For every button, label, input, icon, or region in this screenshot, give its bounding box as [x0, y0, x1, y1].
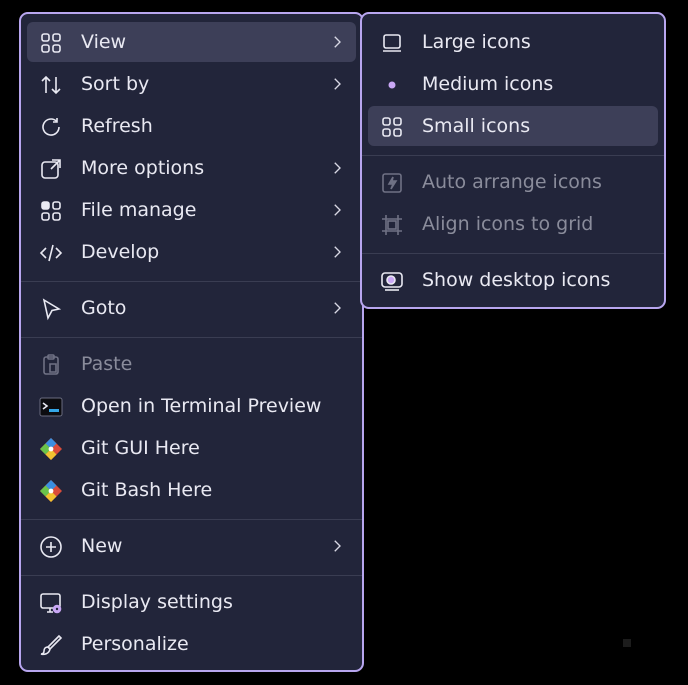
chevron-right-icon [328, 157, 346, 179]
menu-item-view[interactable]: View [27, 22, 356, 62]
menu-item-label: Open in Terminal Preview [81, 395, 322, 417]
menu-item-label: More options [81, 157, 205, 179]
menu-separator [21, 337, 362, 338]
submenu-item-label: Align icons to grid [422, 213, 594, 235]
submenu-item-label: Medium icons [422, 73, 554, 95]
menu-item-open-terminal[interactable]: Open in Terminal Preview [27, 386, 356, 426]
desktop-toggle-icon [380, 269, 404, 293]
menu-separator [362, 253, 664, 254]
menu-separator [21, 575, 362, 576]
chevron-right-icon [328, 535, 346, 557]
background-speck [623, 639, 631, 647]
git-icon [39, 479, 63, 503]
submenu-item-align-grid: Align icons to grid [368, 204, 658, 244]
menu-item-display-settings[interactable]: Display settings [27, 582, 356, 622]
menu-separator [21, 519, 362, 520]
menu-item-label: New [81, 535, 123, 557]
submenu-item-auto-arrange: Auto arrange icons [368, 162, 658, 202]
menu-item-label: Git GUI Here [81, 437, 200, 459]
submenu-item-large-icons[interactable]: Large icons [368, 22, 658, 62]
chevron-right-icon [328, 199, 346, 221]
menu-separator [362, 155, 664, 156]
cursor-arrow-icon [39, 297, 63, 321]
view-submenu: Large icons Medium icons Small icons Aut… [360, 12, 666, 309]
code-icon [39, 241, 63, 265]
menu-item-more-options[interactable]: More options [27, 148, 356, 188]
menu-item-refresh[interactable]: Refresh [27, 106, 356, 146]
chevron-right-icon [328, 31, 346, 53]
auto-arrange-icon [380, 171, 404, 195]
menu-item-sort-by[interactable]: Sort by [27, 64, 356, 104]
bullet-icon [380, 73, 404, 97]
menu-item-git-bash[interactable]: Git Bash Here [27, 470, 356, 510]
terminal-icon [39, 395, 63, 419]
chevron-right-icon [328, 241, 346, 263]
brush-icon [39, 633, 63, 657]
clipboard-icon [39, 353, 63, 377]
context-menu: View Sort by Refresh More options File m… [19, 12, 364, 672]
monitor-icon [380, 31, 404, 55]
submenu-item-show-desktop-icons[interactable]: Show desktop icons [368, 260, 658, 300]
chevron-right-icon [328, 73, 346, 95]
submenu-item-small-icons[interactable]: Small icons [368, 106, 658, 146]
menu-item-label: Display settings [81, 591, 233, 613]
menu-item-develop[interactable]: Develop [27, 232, 356, 272]
menu-item-file-manage[interactable]: File manage [27, 190, 356, 230]
menu-item-label: Goto [81, 297, 127, 319]
submenu-item-label: Large icons [422, 31, 531, 53]
menu-item-label: Git Bash Here [81, 479, 213, 501]
menu-item-new[interactable]: New [27, 526, 356, 566]
git-icon [39, 437, 63, 461]
menu-item-label: Refresh [81, 115, 153, 137]
refresh-icon [39, 115, 63, 139]
align-grid-icon [380, 213, 404, 237]
menu-item-label: Paste [81, 353, 133, 375]
submenu-item-medium-icons[interactable]: Medium icons [368, 64, 658, 104]
submenu-item-label: Auto arrange icons [422, 171, 602, 193]
plus-circle-icon [39, 535, 63, 559]
menu-item-label: Sort by [81, 73, 150, 95]
menu-item-label: Personalize [81, 633, 189, 655]
menu-item-goto[interactable]: Goto [27, 288, 356, 328]
menu-item-label: File manage [81, 199, 197, 221]
grid-icon [380, 115, 404, 139]
submenu-item-label: Small icons [422, 115, 531, 137]
chevron-right-icon [328, 297, 346, 319]
grid-icon [39, 31, 63, 55]
menu-item-personalize[interactable]: Personalize [27, 624, 356, 664]
menu-item-paste: Paste [27, 344, 356, 384]
menu-item-git-gui[interactable]: Git GUI Here [27, 428, 356, 468]
menu-item-label: Develop [81, 241, 160, 263]
apps-icon [39, 199, 63, 223]
submenu-item-label: Show desktop icons [422, 269, 611, 291]
menu-item-label: View [81, 31, 127, 53]
open-external-icon [39, 157, 63, 181]
display-settings-icon [39, 591, 63, 615]
menu-separator [21, 281, 362, 282]
sort-arrows-icon [39, 73, 63, 97]
